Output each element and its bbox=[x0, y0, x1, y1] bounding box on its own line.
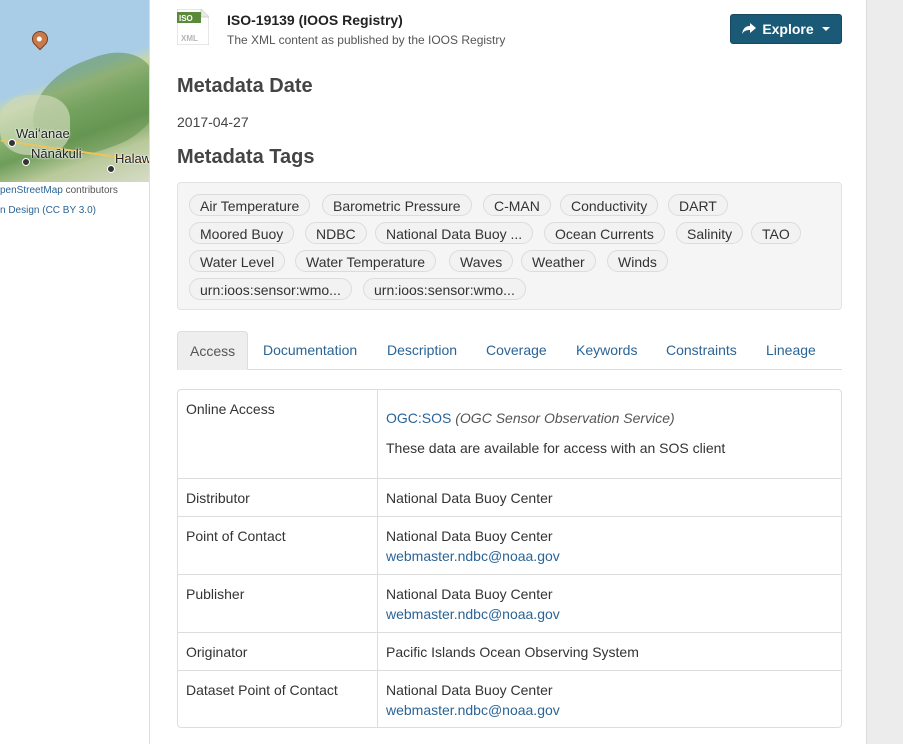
scroll-gutter bbox=[866, 0, 903, 744]
contact-name: National Data Buoy Center bbox=[386, 490, 553, 506]
row-label: Online Access bbox=[178, 390, 378, 478]
row-value: National Data Buoy Center bbox=[378, 479, 841, 516]
table-row: Online Access OGC:SOS (OGC Sensor Observ… bbox=[178, 390, 841, 478]
tag[interactable]: NDBC bbox=[305, 222, 367, 244]
contact-email-link[interactable]: webmaster.ndbc@noaa.gov bbox=[386, 606, 560, 622]
table-row: Dataset Point of Contact National Data B… bbox=[178, 670, 841, 727]
row-label: Dataset Point of Contact bbox=[178, 671, 378, 727]
tag[interactable]: National Data Buoy ... bbox=[375, 222, 534, 244]
tags-container: Air Temperature Barometric Pressure C-MA… bbox=[177, 182, 842, 310]
tag[interactable]: Water Temperature bbox=[295, 250, 437, 272]
resource-description: The XML content as published by the IOOS… bbox=[227, 33, 506, 47]
map-panel[interactable]: Waiʻanae Nānākuli Halaw bbox=[0, 0, 150, 182]
tag[interactable]: Winds bbox=[607, 250, 668, 272]
column-divider bbox=[149, 0, 150, 744]
svg-text:XML: XML bbox=[181, 34, 198, 43]
tag[interactable]: urn:ioos:sensor:wmo... bbox=[363, 278, 526, 300]
map-place-label: Halaw bbox=[115, 151, 150, 166]
contact-name: National Data Buoy Center bbox=[386, 528, 553, 544]
contact-email-link[interactable]: webmaster.ndbc@noaa.gov bbox=[386, 548, 560, 564]
contact-email-link[interactable]: webmaster.ndbc@noaa.gov bbox=[386, 702, 560, 718]
tag[interactable]: Moored Buoy bbox=[189, 222, 295, 244]
tag[interactable]: Conductivity bbox=[560, 194, 659, 216]
xml-file-icon: ISO XML bbox=[177, 9, 209, 45]
tag[interactable]: Weather bbox=[521, 250, 596, 272]
tag[interactable]: Water Level bbox=[189, 250, 286, 272]
resource-title: ISO-19139 (IOOS Registry) bbox=[227, 12, 403, 28]
access-table: Online Access OGC:SOS (OGC Sensor Observ… bbox=[177, 389, 842, 728]
ogc-note: These data are available for access with… bbox=[386, 440, 726, 456]
map-attribution-2: n Design (CC BY 3.0) bbox=[0, 205, 96, 216]
table-row: Point of Contact National Data Buoy Cent… bbox=[178, 516, 841, 574]
tag[interactable]: C-MAN bbox=[483, 194, 551, 216]
tag[interactable]: DART bbox=[668, 194, 728, 216]
row-label: Distributor bbox=[178, 479, 378, 516]
row-value: Pacific Islands Ocean Observing System bbox=[378, 633, 841, 670]
tiles-license-link[interactable]: n Design (CC BY 3.0) bbox=[0, 205, 96, 216]
chevron-down-icon bbox=[821, 27, 830, 31]
contact-name: Pacific Islands Ocean Observing System bbox=[386, 644, 639, 660]
tag[interactable]: Ocean Currents bbox=[544, 222, 665, 244]
tab-lineage[interactable]: Lineage bbox=[754, 331, 828, 369]
osm-link[interactable]: penStreetMap bbox=[0, 185, 63, 196]
metadata-tags-heading: Metadata Tags bbox=[177, 146, 315, 168]
svg-text:ISO: ISO bbox=[179, 14, 193, 23]
tab-description[interactable]: Description bbox=[375, 331, 469, 369]
tab-access[interactable]: Access bbox=[177, 331, 249, 370]
tab-constraints[interactable]: Constraints bbox=[654, 331, 749, 369]
map-place-label: Waiʻanae bbox=[16, 126, 70, 141]
tab-keywords[interactable]: Keywords bbox=[564, 331, 649, 369]
share-arrow-icon bbox=[742, 23, 757, 34]
tag[interactable]: Waves bbox=[449, 250, 514, 272]
map-marker-icon[interactable] bbox=[28, 27, 52, 51]
table-row: Originator Pacific Islands Ocean Observi… bbox=[178, 632, 841, 670]
map-place-dot bbox=[107, 165, 115, 173]
row-value: National Data Buoy Center webmaster.ndbc… bbox=[378, 575, 841, 632]
map-place-label: Nānākuli bbox=[31, 146, 82, 161]
contact-name: National Data Buoy Center bbox=[386, 586, 553, 602]
explore-button[interactable]: Explore bbox=[730, 14, 842, 44]
metadata-date-value: 2017-04-27 bbox=[177, 114, 249, 130]
ogc-description: (OGC Sensor Observation Service) bbox=[455, 410, 675, 426]
tab-documentation[interactable]: Documentation bbox=[251, 331, 369, 369]
metadata-date-heading: Metadata Date bbox=[177, 75, 313, 97]
row-label: Publisher bbox=[178, 575, 378, 632]
row-value: National Data Buoy Center webmaster.ndbc… bbox=[378, 517, 841, 574]
table-row: Publisher National Data Buoy Center webm… bbox=[178, 574, 841, 632]
ogc-sos-link[interactable]: OGC:SOS bbox=[386, 410, 451, 426]
map-place-dot bbox=[8, 139, 16, 147]
map-place-dot bbox=[22, 158, 30, 166]
tab-coverage[interactable]: Coverage bbox=[474, 331, 559, 369]
row-label: Point of Contact bbox=[178, 517, 378, 574]
tag[interactable]: Salinity bbox=[676, 222, 744, 244]
table-row: Distributor National Data Buoy Center bbox=[178, 478, 841, 516]
tag[interactable]: TAO bbox=[751, 222, 801, 244]
tag[interactable]: Barometric Pressure bbox=[322, 194, 472, 216]
contact-name: National Data Buoy Center bbox=[386, 682, 553, 698]
tag[interactable]: Air Temperature bbox=[189, 194, 311, 216]
tag[interactable]: urn:ioos:sensor:wmo... bbox=[189, 278, 352, 300]
tab-bar: Access Documentation Description Coverag… bbox=[177, 331, 842, 370]
map-attribution: penStreetMap contributors bbox=[0, 185, 118, 196]
explore-label: Explore bbox=[762, 21, 814, 37]
attribution-text: contributors bbox=[62, 185, 118, 196]
row-value: National Data Buoy Center webmaster.ndbc… bbox=[378, 671, 841, 727]
row-value: OGC:SOS (OGC Sensor Observation Service)… bbox=[378, 390, 841, 478]
row-label: Originator bbox=[178, 633, 378, 670]
